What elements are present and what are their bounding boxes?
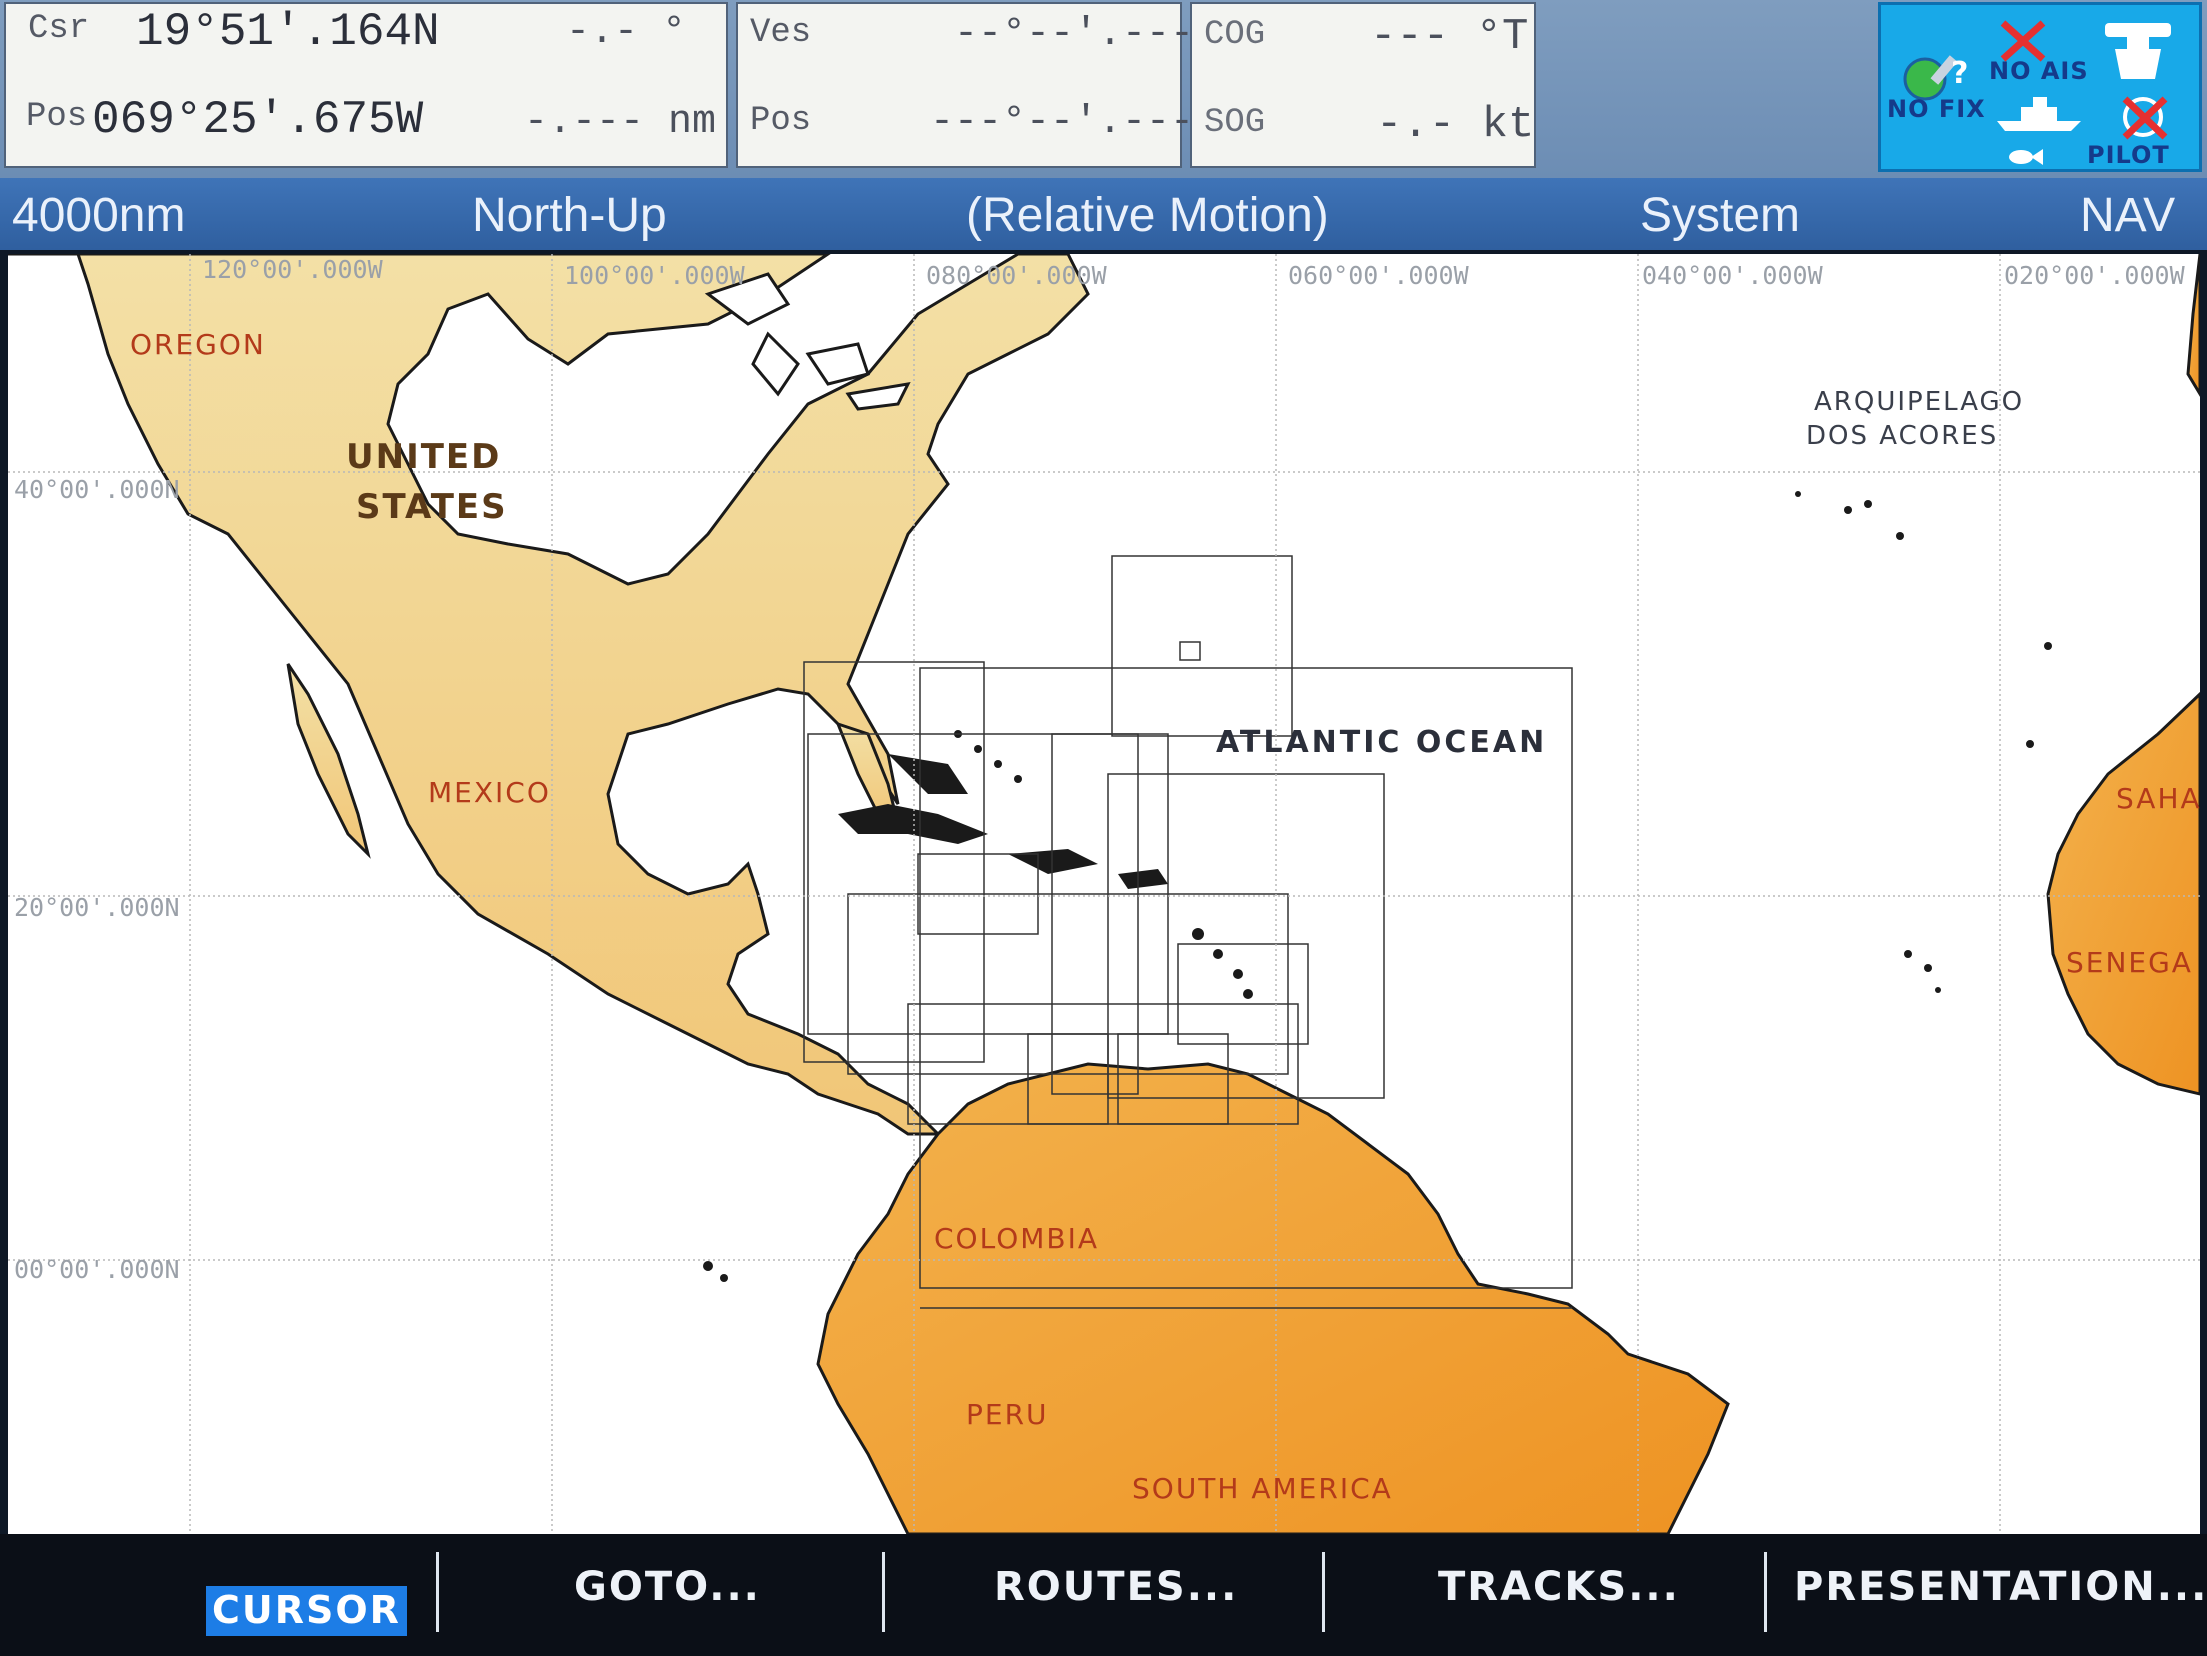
sog-value: -.- kt (1376, 100, 1535, 150)
mexico-label: MEXICO (428, 776, 551, 809)
tracks-softkey[interactable]: TRACKS... (1438, 1564, 1680, 1610)
vessel-label: Ves (750, 14, 812, 52)
softkey-divider (882, 1552, 885, 1632)
south-america-landmass (816, 1062, 1730, 1534)
cog-label: COG (1204, 16, 1266, 54)
north-america-landmass (8, 254, 1090, 1136)
system-mode[interactable]: System (1640, 188, 1800, 243)
longitude-label-060w: 060°00'.000W (1288, 261, 1470, 290)
azores-label-2: DOS ACORES (1806, 421, 1998, 451)
ais-status: NO AIS (1989, 57, 2089, 85)
status-indicator-panel: ? NO AIS NO FIX PILOT (1878, 2, 2202, 172)
fix-status: NO FIX (1887, 95, 1986, 123)
sog-label: SOG (1204, 104, 1266, 142)
longitude-label-020w: 020°00'.000W (2004, 261, 2186, 290)
longitude-label-040w: 040°00'.000W (1642, 261, 1824, 290)
range-scale[interactable]: 4000nm (12, 188, 185, 243)
motion-mode[interactable]: (Relative Motion) (966, 188, 1329, 243)
latitude-label-40n: 40°00'.000N (14, 475, 180, 504)
cursor-range: -.--- nm (524, 100, 717, 145)
peru-label: PERU (966, 1398, 1049, 1431)
colombia-label: COLOMBIA (934, 1222, 1099, 1255)
azores-label-1: ARQUIPELAGO (1814, 387, 2024, 417)
pilot-status: PILOT (2087, 141, 2170, 169)
routes-softkey[interactable]: ROUTES... (994, 1564, 1238, 1610)
nautical-chart[interactable]: 120°00'.000W 100°00'.000W 080°00'.000W 0… (8, 254, 2200, 1534)
chart-title-bar: 4000nm North-Up (Relative Motion) System… (0, 178, 2207, 250)
fish-icon (2009, 149, 2043, 165)
cursor-longitude: 069°25'.675W (92, 94, 424, 146)
presentation-softkey[interactable]: PRESENTATION... (1794, 1564, 2207, 1610)
caribbean-islands (838, 730, 1253, 999)
vessel-icon (1997, 97, 2081, 131)
oregon-label: OREGON (130, 328, 266, 361)
softkey-bar: CURSOR GOTO... ROUTES... TRACKS... PRESE… (0, 1534, 2207, 1656)
cog-value: --- °T (1370, 12, 1529, 62)
united-states-label-1: UNITED (346, 437, 501, 477)
africa-north-coast (2186, 254, 2200, 397)
nav-data-bar: Csr 19°51'.164N -.- ° Pos 069°25'.675W -… (0, 0, 2207, 178)
south-america-label: SOUTH AMERICA (1132, 1472, 1393, 1505)
vessel-pos-label: Pos (750, 102, 812, 140)
longitude-label-120w: 120°00'.000W (202, 255, 384, 284)
softkey-divider (1764, 1552, 1767, 1632)
goto-softkey[interactable]: GOTO... (574, 1564, 761, 1610)
cursor-bearing: -.- ° (566, 10, 687, 55)
orientation-mode[interactable]: North-Up (472, 188, 667, 243)
autopilot-off-icon (2122, 96, 2168, 140)
latitude-label-20n: 20°00'.000N (14, 893, 180, 922)
nav-mode[interactable]: NAV (2080, 188, 2175, 243)
senegal-label: SENEGA (2066, 946, 2193, 979)
motion-panel: COG --- °T SOG -.- kt (1190, 2, 1536, 168)
svg-text:?: ? (1951, 56, 1968, 91)
cursor-pos-label: Pos (26, 98, 88, 136)
cursor-softkey[interactable]: CURSOR (206, 1586, 407, 1636)
cursor-panel: Csr 19°51'.164N -.- ° Pos 069°25'.675W -… (4, 2, 728, 168)
sahara-label: SAHA (2116, 782, 2200, 815)
longitude-label-080w: 080°00'.000W (926, 261, 1108, 290)
vessel-longitude: ---°--'.--- (930, 100, 1195, 145)
softkey-divider (436, 1552, 439, 1632)
radar-icon (2105, 23, 2171, 79)
chart-window[interactable]: 120°00'.000W 100°00'.000W 080°00'.000W 0… (8, 254, 2200, 1534)
cursor-label: Csr (28, 10, 90, 48)
great-lakes (704, 272, 911, 411)
vessel-latitude: --°--'.--- (954, 12, 1195, 57)
united-states-label-2: STATES (356, 487, 508, 527)
longitude-label-100w: 100°00'.000W (564, 261, 746, 290)
vessel-panel: Ves --°--'.--- Pos ---°--'.--- (736, 2, 1194, 168)
africa-landmass (2046, 691, 2200, 1096)
cursor-latitude: 19°51'.164N (136, 6, 440, 58)
latitude-label-00n: 00°00'.000N (14, 1255, 180, 1284)
atlantic-ocean-label: ATLANTIC OCEAN (1216, 725, 1547, 760)
softkey-divider (1322, 1552, 1325, 1632)
